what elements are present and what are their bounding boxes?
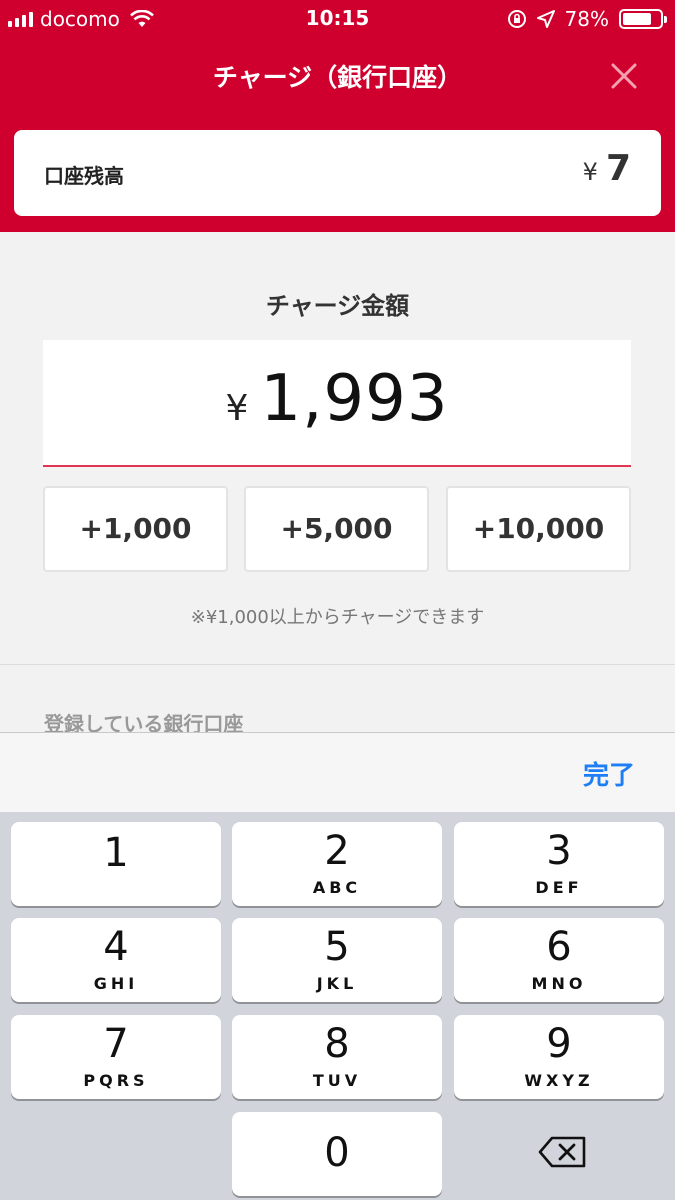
balance-value-group: ¥ 7 <box>583 148 631 189</box>
key-9[interactable]: 9 WXYZ <box>454 1015 664 1099</box>
key-0[interactable]: 0 <box>232 1112 442 1196</box>
key-letters: PQRS <box>83 1071 149 1090</box>
key-letters: GHI <box>93 974 139 993</box>
key-digit: 3 <box>546 828 572 874</box>
key-4[interactable]: 4 GHI <box>11 918 221 1002</box>
balance-amount: 7 <box>605 148 631 189</box>
add-1000-button[interactable]: +1,000 <box>43 486 228 572</box>
nav-header: チャージ（銀行口座） 口座残高 ¥ 7 <box>0 40 675 232</box>
key-8[interactable]: 8 TUV <box>232 1015 442 1099</box>
balance-card: 口座残高 ¥ 7 <box>14 130 661 216</box>
key-digit: 6 <box>546 924 572 970</box>
key-2[interactable]: 2 ABC <box>232 822 442 906</box>
key-1[interactable]: 1 <box>11 822 221 906</box>
key-letters: WXYZ <box>524 1071 594 1090</box>
key-digit: 8 <box>324 1021 350 1067</box>
add-10000-button[interactable]: +10,000 <box>446 486 631 572</box>
key-digit: 4 <box>103 924 129 970</box>
status-right-group: 78% <box>507 6 667 32</box>
battery-icon <box>619 9 667 29</box>
page-title: チャージ（銀行口座） <box>212 63 463 92</box>
balance-label: 口座残高 <box>44 164 124 188</box>
key-digit: 7 <box>103 1021 129 1067</box>
key-6[interactable]: 6 MNO <box>454 918 664 1002</box>
key-letters: TUV <box>312 1071 362 1090</box>
key-digit: 2 <box>324 828 350 874</box>
key-5[interactable]: 5 JKL <box>232 918 442 1002</box>
charge-section: チャージ金額 ¥ 1,993 +1,000 +5,000 +10,000 ※¥1… <box>0 232 675 736</box>
location-arrow-icon <box>536 10 555 28</box>
backspace-icon[interactable] <box>536 1134 588 1170</box>
orientation-lock-icon <box>507 10 526 28</box>
key-letters: ABC <box>312 878 362 897</box>
amount-currency: ¥ <box>225 388 249 429</box>
charge-amount-input[interactable]: ¥ 1,993 <box>43 340 631 467</box>
key-digit: 1 <box>103 830 129 876</box>
key-digit: 9 <box>546 1021 572 1067</box>
status-bar: docomo 10:15 78% <box>0 0 675 40</box>
key-digit: 5 <box>324 924 350 970</box>
balance-currency: ¥ <box>582 158 598 186</box>
key-letters: DEF <box>535 878 583 897</box>
key-letters: JKL <box>316 974 358 993</box>
done-button[interactable]: 完了 <box>583 755 635 792</box>
minimum-charge-note: ※¥1,000以上からチャージできます <box>190 607 485 628</box>
battery-fill <box>623 13 652 25</box>
key-7[interactable]: 7 PQRS <box>11 1015 221 1099</box>
number-keypad: 1 2 ABC 3 DEF 4 GHI 5 JKL 6 MNO 7 PQRS 8… <box>0 812 675 1200</box>
battery-percent: 78% <box>564 7 609 31</box>
amount-value: 1,993 <box>260 362 449 436</box>
key-3[interactable]: 3 DEF <box>454 822 664 906</box>
key-letters: MNO <box>531 974 587 993</box>
amount-display: ¥ 1,993 <box>43 362 631 436</box>
keyboard-accessory-bar: 完了 <box>0 732 675 812</box>
section-divider <box>0 664 675 665</box>
add-5000-button[interactable]: +5,000 <box>244 486 429 572</box>
close-icon[interactable] <box>604 56 644 96</box>
charge-amount-title: チャージ金額 <box>265 292 410 320</box>
key-digit: 0 <box>324 1130 350 1176</box>
